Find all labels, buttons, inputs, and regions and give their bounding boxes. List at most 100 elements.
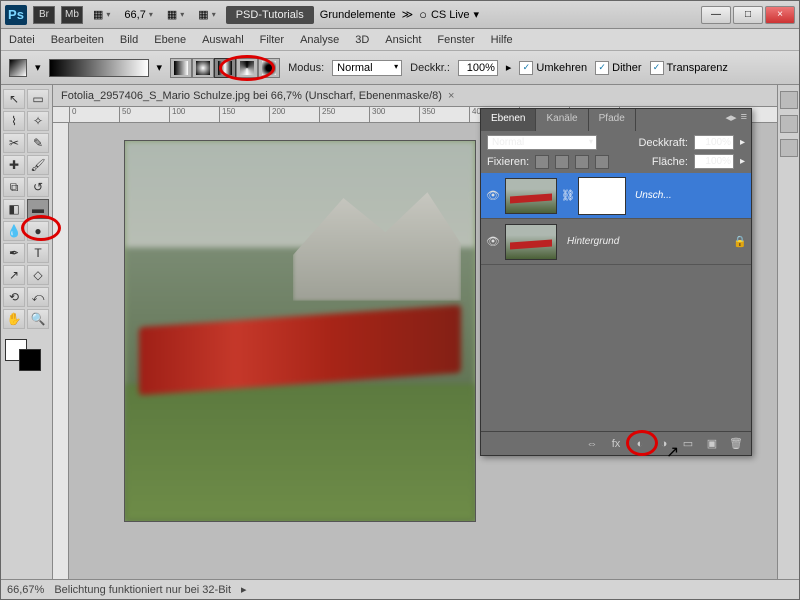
view-extras-dropdown[interactable]: ▦ <box>163 6 188 23</box>
path-tool[interactable]: ↗ <box>3 265 25 285</box>
opacity-label: Deckkr.: <box>410 62 450 74</box>
lock-transparency-icon[interactable] <box>535 155 549 169</box>
menu-auswahl[interactable]: Auswahl <box>202 34 244 46</box>
menu-hilfe[interactable]: Hilfe <box>491 34 513 46</box>
mask-link-icon[interactable]: ⛓ <box>561 189 575 202</box>
arrange-dropdown[interactable]: ▦ <box>194 6 219 23</box>
menu-bild[interactable]: Bild <box>120 34 138 46</box>
menu-3d[interactable]: 3D <box>355 34 369 46</box>
layer-opacity-input[interactable]: 100% <box>694 135 734 150</box>
document-tab[interactable]: Fotolia_2957406_S_Mario Schulze.jpg bei … <box>53 85 777 107</box>
lasso-tool[interactable]: ⌇ <box>3 111 25 131</box>
marquee-tool[interactable]: ▭ <box>27 89 49 109</box>
status-zoom[interactable]: 66,67% <box>7 584 44 596</box>
layer-mask-thumbnail[interactable] <box>579 178 625 214</box>
link-layers-icon[interactable]: ⇔ <box>585 437 599 451</box>
maximize-button[interactable]: □ <box>733 6 763 24</box>
delete-layer-icon[interactable]: 🗑 <box>729 437 743 451</box>
layer-item[interactable]: 👁 ⛓ Unsch... <box>481 173 751 219</box>
visibility-icon[interactable]: 👁 <box>485 189 501 202</box>
layer-thumbnail[interactable] <box>505 178 557 214</box>
close-tab-icon[interactable]: × <box>448 90 454 102</box>
screen-mode-dropdown[interactable]: ▦ <box>89 6 114 23</box>
dither-checkbox[interactable]: Dither <box>595 61 641 75</box>
lock-icon: 🔒 <box>733 235 747 248</box>
panel-icon-layers[interactable] <box>780 91 798 109</box>
gradient-linear-button[interactable] <box>170 58 192 78</box>
zoom-dropdown[interactable]: 66,7 <box>120 7 156 23</box>
gradient-radial-button[interactable] <box>192 58 214 78</box>
group-icon[interactable]: ▭ <box>681 437 695 451</box>
menu-fenster[interactable]: Fenster <box>437 34 474 46</box>
gradient-diamond-button[interactable] <box>258 58 280 78</box>
gradient-tool[interactable]: ▬ <box>27 199 49 219</box>
hand-tool[interactable]: ✋ <box>3 309 25 329</box>
eyedropper-tool[interactable]: ✎ <box>27 133 49 153</box>
cs-live-button[interactable]: CS Live ▾ <box>419 7 479 22</box>
opacity-input[interactable]: 100% <box>458 60 498 76</box>
menu-datei[interactable]: Datei <box>9 34 35 46</box>
close-button[interactable]: × <box>765 6 795 24</box>
panel-icon-adjustments[interactable] <box>780 115 798 133</box>
blur-tool[interactable]: 💧 <box>3 221 25 241</box>
layers-panel[interactable]: Ebenen Kanäle Pfade ◂▸≡ Normal Deckkraft… <box>480 108 752 456</box>
panel-collapse-icon[interactable]: ◂▸ <box>726 111 737 129</box>
menu-bearbeiten[interactable]: Bearbeiten <box>51 34 104 46</box>
menu-analyse[interactable]: Analyse <box>300 34 339 46</box>
minibridge-icon[interactable]: Mb <box>61 6 83 24</box>
menu-ebene[interactable]: Ebene <box>154 34 186 46</box>
pen-tool[interactable]: ✒ <box>3 243 25 263</box>
tab-kanaele[interactable]: Kanäle <box>536 109 588 131</box>
zoom-tool[interactable]: 🔍 <box>27 309 49 329</box>
gradient-tool-icon[interactable] <box>9 59 27 77</box>
gradient-reflected-button[interactable] <box>214 58 236 78</box>
lock-position-icon[interactable] <box>575 155 589 169</box>
menu-filter[interactable]: Filter <box>260 34 284 46</box>
wand-tool[interactable]: ✧ <box>27 111 49 131</box>
dodge-tool[interactable]: ● <box>27 221 49 241</box>
layer-blend-select[interactable]: Normal <box>487 135 597 150</box>
menu-bar: Datei Bearbeiten Bild Ebene Auswahl Filt… <box>1 29 799 51</box>
adjustment-layer-icon[interactable]: ◑ <box>657 437 671 451</box>
workspace-name[interactable]: Grundelemente <box>320 9 396 21</box>
panel-menu-icon[interactable]: ≡ <box>741 111 747 129</box>
history-brush-tool[interactable]: ↺ <box>27 177 49 197</box>
visibility-icon[interactable]: 👁 <box>485 235 501 248</box>
blend-mode-select[interactable]: Normal <box>332 60 402 76</box>
bridge-icon[interactable]: Br <box>33 6 55 24</box>
stamp-tool[interactable]: ⧉ <box>3 177 25 197</box>
workspace-more-icon[interactable]: ≫ <box>402 8 414 21</box>
3d-cam-tool[interactable]: ⤺ <box>27 287 49 307</box>
3d-tool[interactable]: ⟲ <box>3 287 25 307</box>
type-tool[interactable]: T <box>27 243 49 263</box>
add-mask-icon[interactable]: ◐ <box>633 437 647 451</box>
canvas[interactable] <box>125 141 475 521</box>
tab-ebenen[interactable]: Ebenen <box>481 109 536 131</box>
background-color[interactable] <box>19 349 41 371</box>
move-tool[interactable]: ↖ <box>3 89 25 109</box>
reverse-checkbox[interactable]: Umkehren <box>519 61 587 75</box>
gradient-angle-button[interactable] <box>236 58 258 78</box>
fill-input[interactable]: 100% <box>694 154 734 169</box>
layer-item[interactable]: 👁 Hintergrund 🔒 <box>481 219 751 265</box>
tab-pfade[interactable]: Pfade <box>589 109 636 131</box>
transparency-checkbox[interactable]: Transparenz <box>650 61 728 75</box>
shape-tool[interactable]: ◇ <box>27 265 49 285</box>
layer-thumbnail[interactable] <box>505 224 557 260</box>
panel-icon-styles[interactable] <box>780 139 798 157</box>
layer-name[interactable]: Hintergrund <box>561 236 729 247</box>
gradient-preview[interactable] <box>49 59 149 77</box>
new-layer-icon[interactable]: ▣ <box>705 437 719 451</box>
brush-tool[interactable]: 🖌 <box>27 155 49 175</box>
psd-tutorials-badge[interactable]: PSD-Tutorials <box>226 6 314 24</box>
fx-icon[interactable]: fx <box>609 437 623 451</box>
minimize-button[interactable]: — <box>701 6 731 24</box>
lock-pixels-icon[interactable] <box>555 155 569 169</box>
color-swatches[interactable] <box>3 337 43 373</box>
menu-ansicht[interactable]: Ansicht <box>385 34 421 46</box>
lock-all-icon[interactable] <box>595 155 609 169</box>
eraser-tool[interactable]: ◧ <box>3 199 25 219</box>
heal-tool[interactable]: ✚ <box>3 155 25 175</box>
layer-name[interactable]: Unsch... <box>629 190 747 201</box>
crop-tool[interactable]: ✂ <box>3 133 25 153</box>
